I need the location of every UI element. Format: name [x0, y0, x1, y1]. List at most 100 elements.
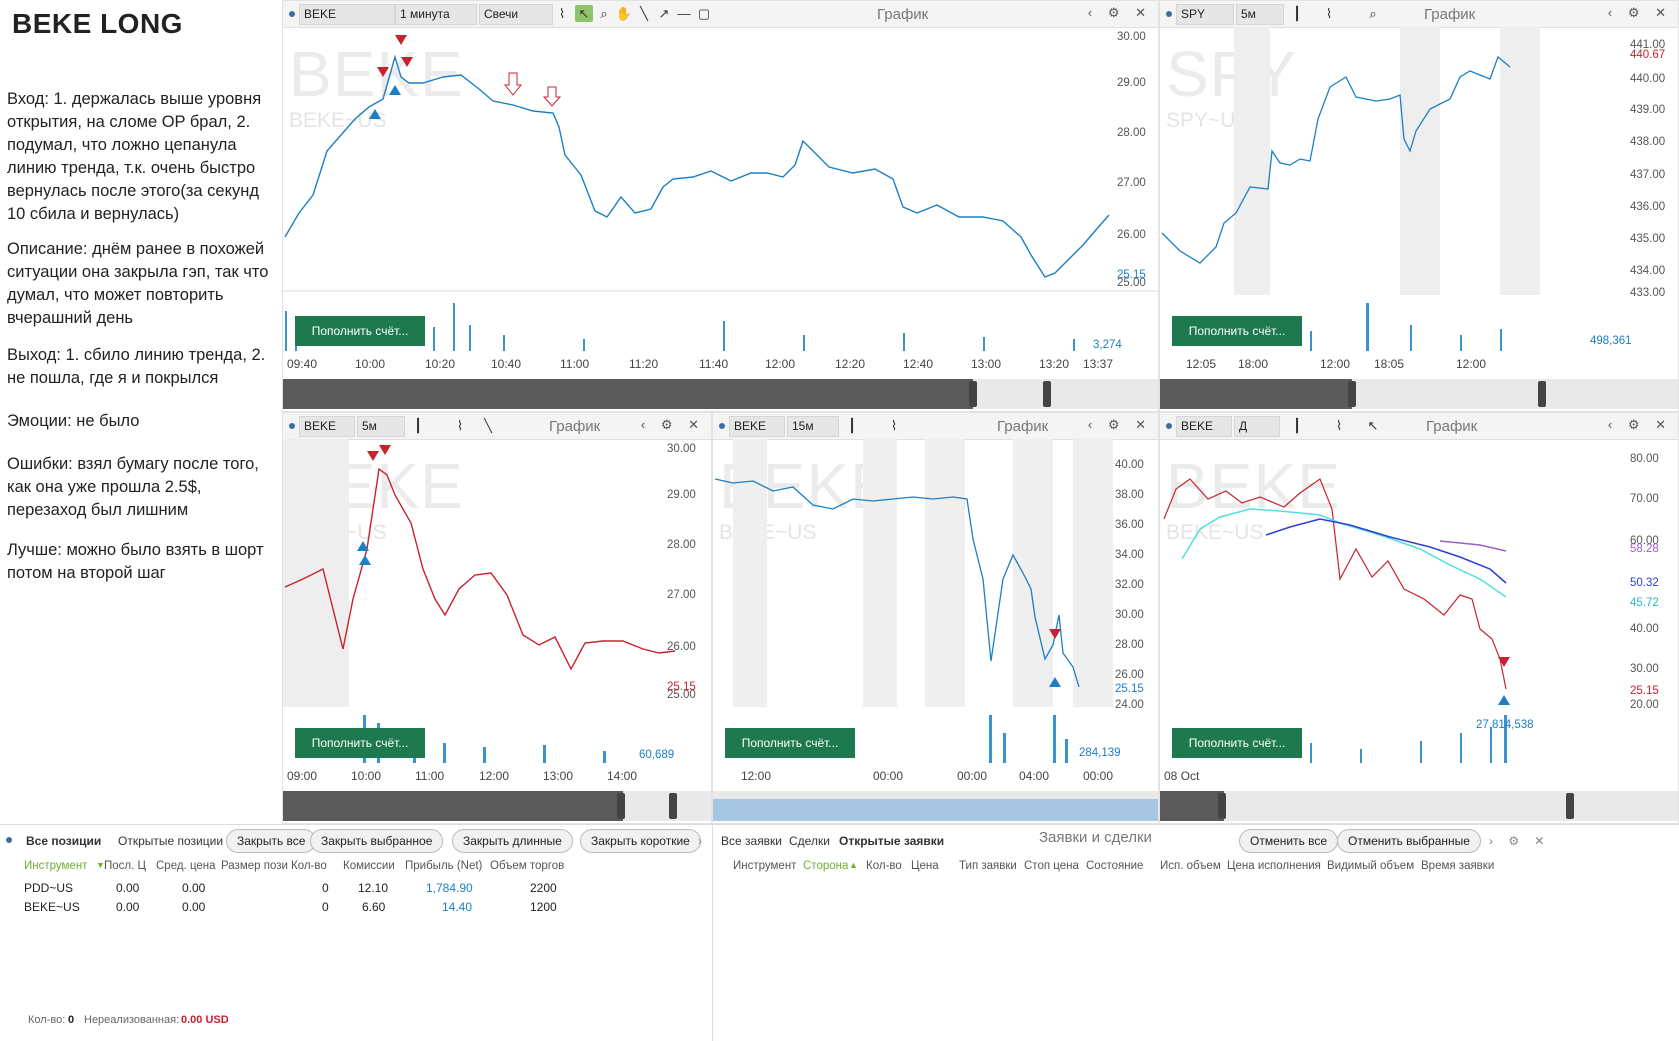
scroller-handle[interactable]: [1538, 381, 1546, 407]
symbol-selector[interactable]: BEKE: [1176, 416, 1232, 437]
col-price[interactable]: Цена: [911, 860, 939, 872]
indicators-icon[interactable]: ⌇: [885, 417, 903, 434]
close-short-button[interactable]: Закрыть короткие: [580, 829, 701, 853]
cursor-icon[interactable]: ↖: [1364, 417, 1382, 434]
panel-link-icon[interactable]: [289, 423, 295, 429]
chart-panel-beke-5m[interactable]: BEKE 5м ┃ ⌇ ╲ График ‹ ⚙ ✕ BEKE BEKE~US …: [282, 412, 712, 824]
col-avg-price[interactable]: Сред. цена: [156, 860, 216, 872]
col-filled-volume[interactable]: Исп. объем: [1160, 860, 1221, 872]
candles-icon[interactable]: ┃: [1288, 5, 1306, 22]
symbol-selector[interactable]: BEKE: [729, 416, 785, 437]
col-commission[interactable]: Комиссии: [343, 860, 395, 872]
scroller-handle[interactable]: [1566, 793, 1574, 819]
hand-icon[interactable]: ✋: [615, 5, 633, 22]
col-qty[interactable]: Кол-во: [291, 860, 327, 872]
time-scroller[interactable]: [1160, 791, 1678, 821]
deposit-button[interactable]: Пополнить счёт...: [295, 316, 425, 346]
more-icon[interactable]: ›: [698, 834, 702, 848]
scroller-handle[interactable]: [617, 793, 625, 819]
deposit-button[interactable]: Пополнить счёт...: [1172, 728, 1302, 758]
timeframe-selector[interactable]: Д: [1234, 416, 1280, 437]
panel-controls-icon[interactable]: ‹ ⚙ ✕: [1088, 5, 1152, 21]
col-position-size[interactable]: Размер пози: [221, 860, 288, 872]
panel-controls-icon[interactable]: › ⚙ ✕: [1489, 834, 1550, 848]
col-last-price[interactable]: Посл. Ц: [104, 860, 146, 872]
col-qty[interactable]: Кол-во: [866, 860, 902, 872]
arrow-tool-icon[interactable]: ↗: [655, 5, 673, 22]
col-instrument[interactable]: Инструмент: [733, 860, 796, 872]
candles-icon[interactable]: ┃: [409, 417, 427, 434]
tab-open-orders[interactable]: Открытые заявки: [839, 834, 944, 848]
scroller-handle[interactable]: [669, 793, 677, 819]
scroller-handle[interactable]: [969, 381, 977, 407]
price-chart-1m[interactable]: [283, 27, 1159, 295]
panel-controls-icon[interactable]: ‹ ⚙ ✕: [641, 417, 705, 433]
cancel-selected-button[interactable]: Отменить выбранные: [1337, 829, 1481, 853]
price-chart-daily[interactable]: [1160, 439, 1679, 707]
indicators-icon[interactable]: ⌇: [1320, 5, 1338, 22]
chart-type-selector[interactable]: Свечи: [479, 4, 553, 25]
time-scroller[interactable]: [1160, 379, 1678, 409]
chart-panel-spy-5m[interactable]: SPY 5м ┃ ⌇ ⌕ График ‹ ⚙ ✕ SPY SPY~US 441…: [1159, 0, 1679, 412]
tab-open-positions[interactable]: Открытые позиции: [118, 834, 223, 848]
panel-controls-icon[interactable]: ‹ ⚙ ✕: [1608, 417, 1672, 433]
col-instrument[interactable]: Инструмент: [24, 860, 87, 872]
tab-trades[interactable]: Сделки: [789, 834, 830, 848]
deposit-button[interactable]: Пополнить счёт...: [1172, 316, 1302, 346]
price-chart-spy[interactable]: [1160, 27, 1679, 295]
col-order-type[interactable]: Тип заявки: [959, 860, 1017, 872]
col-volume[interactable]: Объем торгов: [490, 860, 564, 872]
panel-link-icon[interactable]: [1166, 423, 1172, 429]
deposit-button[interactable]: Пополнить счёт...: [295, 728, 425, 758]
zoom-icon[interactable]: ⌕: [595, 5, 613, 22]
line-tool-icon[interactable]: ╲: [635, 5, 653, 22]
tab-all-orders[interactable]: Все заявки: [721, 834, 782, 848]
rect-tool-icon[interactable]: ▢: [695, 5, 713, 22]
col-visible-volume[interactable]: Видимый объем: [1327, 860, 1414, 872]
cursor-icon[interactable]: ↖: [575, 5, 593, 22]
symbol-selector[interactable]: SPY: [1176, 4, 1234, 25]
candles-icon[interactable]: ┃: [1288, 417, 1306, 434]
price-chart-15m[interactable]: [713, 439, 1159, 707]
symbol-selector[interactable]: BEKE: [299, 4, 395, 25]
price-chart-5m[interactable]: [283, 439, 712, 707]
close-all-button[interactable]: Закрыть все: [226, 829, 317, 853]
symbol-selector[interactable]: BEKE: [299, 416, 355, 437]
panel-controls-icon[interactable]: ‹ ⚙ ✕: [1608, 5, 1672, 21]
col-status[interactable]: Состояние: [1086, 860, 1143, 872]
timeframe-selector[interactable]: 5м: [357, 416, 405, 437]
time-scroller[interactable]: [713, 791, 1158, 821]
panel-link-icon[interactable]: [719, 423, 725, 429]
candles-icon[interactable]: ┃: [843, 417, 861, 434]
time-scroller[interactable]: [283, 791, 711, 821]
cancel-all-button[interactable]: Отменить все: [1239, 829, 1339, 853]
chart-panel-beke-daily[interactable]: BEKE Д ┃ ⌇ ↖ График ‹ ⚙ ✕ BEKE BEKE~US 8…: [1159, 412, 1679, 824]
hline-tool-icon[interactable]: —: [675, 5, 693, 22]
col-stop-price[interactable]: Стоп цена: [1024, 860, 1079, 872]
panel-link-icon[interactable]: [6, 837, 12, 843]
timeframe-selector[interactable]: 1 минута: [395, 4, 477, 25]
close-selected-button[interactable]: Закрыть выбранное: [310, 829, 444, 853]
col-net-profit[interactable]: Прибыль (Net): [405, 860, 482, 872]
deposit-button[interactable]: Пополнить счёт...: [725, 728, 855, 758]
tab-all-positions[interactable]: Все позиции: [26, 834, 101, 848]
line-tool-icon[interactable]: ╲: [479, 417, 497, 434]
scroller-handle[interactable]: [1043, 381, 1051, 407]
panel-controls-icon[interactable]: ‹ ⚙ ✕: [1088, 417, 1152, 433]
chart-panel-beke-1m[interactable]: BEKE 1 минута Свечи ⌇ ↖ ⌕ ✋ ╲ ↗ — ▢ Граф…: [282, 0, 1159, 412]
col-order-time[interactable]: Время заявки: [1421, 860, 1494, 872]
panel-link-icon[interactable]: [1166, 11, 1172, 17]
panel-link-icon[interactable]: [289, 11, 295, 17]
timeframe-selector[interactable]: 5м: [1236, 4, 1284, 25]
time-scroller[interactable]: [283, 379, 1158, 409]
close-long-button[interactable]: Закрыть длинные: [452, 829, 573, 853]
scroller-handle[interactable]: [1218, 793, 1226, 819]
timeframe-selector[interactable]: 15м: [787, 416, 839, 437]
chart-panel-beke-15m[interactable]: BEKE 15м ┃ ⌇ График ‹ ⚙ ✕ BEKE BEKE~US 4…: [712, 412, 1159, 824]
zoom-icon[interactable]: ⌕: [1364, 5, 1382, 22]
indicators-icon[interactable]: ⌇: [451, 417, 469, 434]
indicators-icon[interactable]: ⌇: [553, 5, 571, 22]
col-fill-price[interactable]: Цена исполнения: [1227, 860, 1321, 872]
col-side[interactable]: Сторона: [803, 860, 848, 872]
scroller-handle[interactable]: [1348, 381, 1356, 407]
